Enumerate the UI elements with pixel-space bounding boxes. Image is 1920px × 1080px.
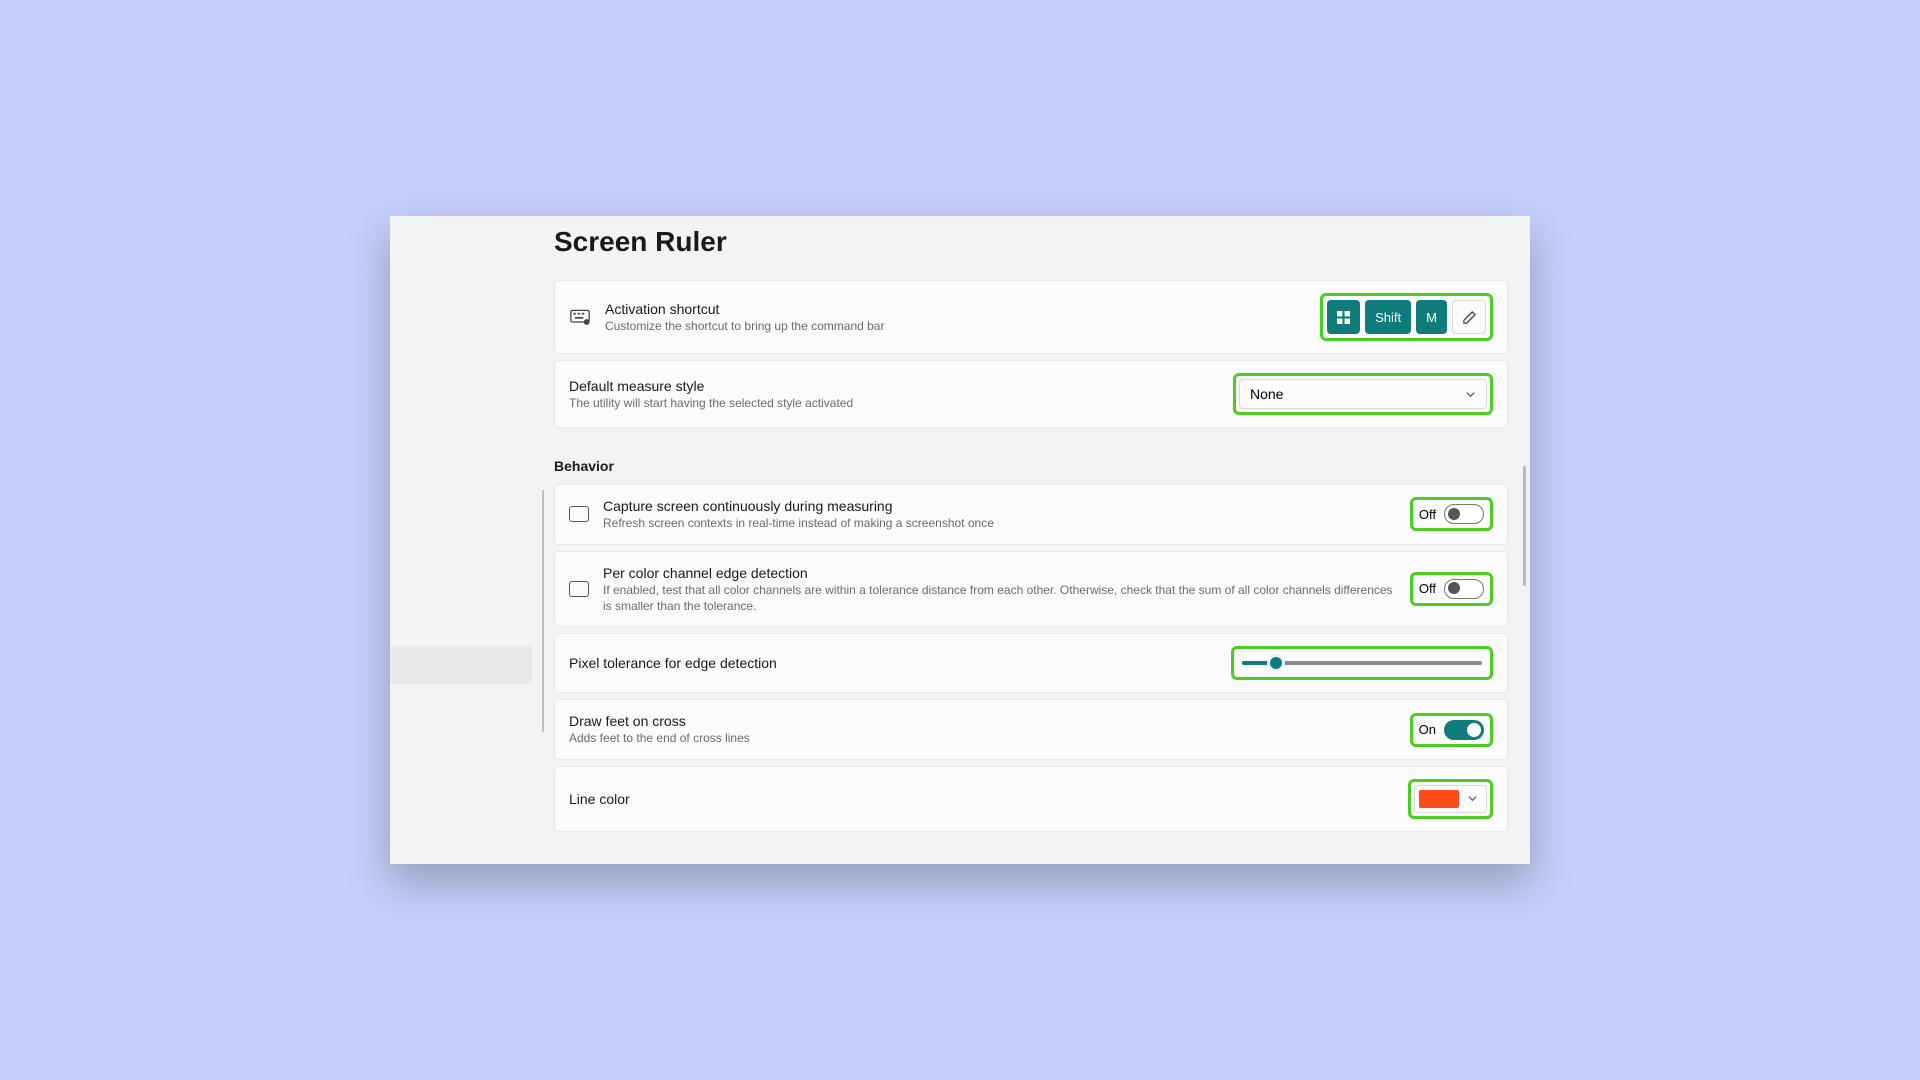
feet-toggle-label: On xyxy=(1419,722,1436,737)
pencil-icon xyxy=(1462,310,1477,325)
shortcut-keys: Shift M xyxy=(1320,293,1493,341)
capture-title: Capture screen continuously during measu… xyxy=(603,497,1396,515)
capture-toggle[interactable] xyxy=(1444,504,1484,524)
measure-style-row: Default measure style The utility will s… xyxy=(554,360,1508,428)
activation-title: Activation shortcut xyxy=(605,300,1306,318)
line-color-dropdown[interactable] xyxy=(1414,785,1487,813)
activation-shortcut-row: Activation shortcut Customize the shortc… xyxy=(554,280,1508,354)
line-color-title: Line color xyxy=(569,790,1394,808)
feet-title: Draw feet on cross xyxy=(569,712,1396,730)
feet-toggle[interactable] xyxy=(1444,720,1484,740)
color-swatch xyxy=(1419,790,1459,808)
scrollbar[interactable] xyxy=(1523,466,1526,586)
key-win xyxy=(1327,300,1360,334)
draw-feet-row: Draw feet on cross Adds feet to the end … xyxy=(554,699,1508,760)
key-shift: Shift xyxy=(1365,300,1411,334)
square-icon xyxy=(569,581,589,597)
activation-desc: Customize the shortcut to bring up the c… xyxy=(605,319,1306,335)
settings-window: s e s Screen Ruler Activation shortcut C… xyxy=(390,216,1530,864)
tolerance-title: Pixel tolerance for edge detection xyxy=(569,654,1217,672)
per-channel-desc: If enabled, test that all color channels… xyxy=(603,583,1396,614)
tolerance-row: Pixel tolerance for edge detection xyxy=(554,633,1508,693)
measure-style-desc: The utility will start having the select… xyxy=(569,396,1219,412)
keyboard-icon xyxy=(569,306,591,328)
behavior-section-label: Behavior xyxy=(554,458,1508,474)
measure-style-title: Default measure style xyxy=(569,377,1219,395)
feet-desc: Adds feet to the end of cross lines xyxy=(569,731,1396,747)
measure-style-value: None xyxy=(1250,386,1283,402)
section-indicator xyxy=(542,490,544,732)
sidebar-selected-item[interactable] xyxy=(390,646,532,684)
square-icon xyxy=(569,506,589,522)
per-channel-toggle[interactable] xyxy=(1444,579,1484,599)
per-channel-toggle-label: Off xyxy=(1419,581,1436,596)
sidebar: s e s xyxy=(390,216,532,864)
per-channel-row: Per color channel edge detection If enab… xyxy=(554,551,1508,627)
slider-thumb[interactable] xyxy=(1267,654,1285,672)
key-m: M xyxy=(1416,300,1447,334)
page-title: Screen Ruler xyxy=(554,226,1508,258)
edit-shortcut-button[interactable] xyxy=(1452,300,1486,334)
capture-continuous-row: Capture screen continuously during measu… xyxy=(554,484,1508,545)
chevron-down-icon xyxy=(1465,389,1476,400)
capture-desc: Refresh screen contexts in real-time ins… xyxy=(603,516,1396,532)
tolerance-slider[interactable] xyxy=(1242,654,1482,672)
line-color-row: Line color xyxy=(554,766,1508,832)
chevron-down-icon xyxy=(1467,793,1478,804)
capture-toggle-label: Off xyxy=(1419,507,1436,522)
main-panel: Screen Ruler Activation shortcut Customi… xyxy=(532,216,1530,864)
per-channel-title: Per color channel edge detection xyxy=(603,564,1396,582)
windows-icon xyxy=(1337,311,1350,324)
measure-style-dropdown[interactable]: None xyxy=(1239,379,1487,409)
